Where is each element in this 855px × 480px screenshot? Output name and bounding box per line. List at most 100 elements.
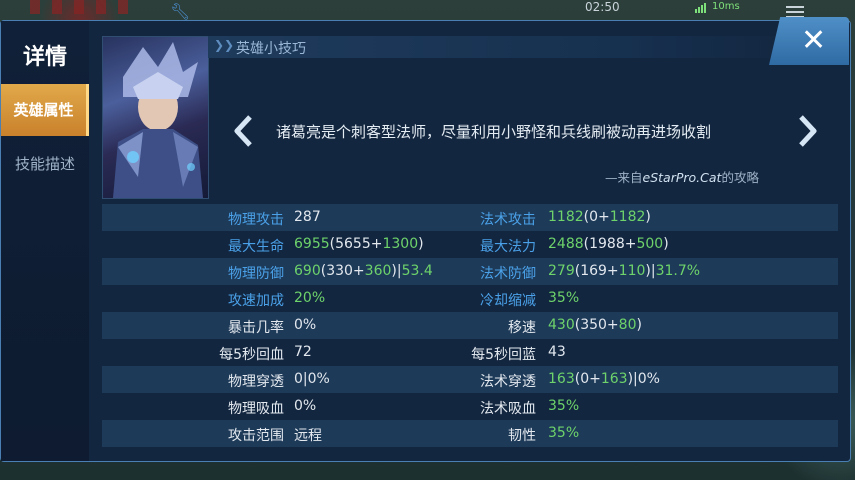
stat-value: 163(0+163)|0% bbox=[548, 371, 660, 387]
wrench-icon: 🔧︎ bbox=[170, 2, 191, 21]
tip-source: —来自eStarPro.Cat的攻略 bbox=[605, 167, 759, 186]
stat-value: 20% bbox=[294, 290, 325, 306]
stat-row: 物理穿透 0|0% 法术穿透 163(0+163)|0% bbox=[102, 366, 838, 393]
close-icon: ✕ bbox=[801, 23, 827, 58]
double-chevron-icon: ❯❯ bbox=[214, 38, 235, 52]
stat-value-part: ) bbox=[418, 236, 424, 252]
stat-label: 最大生命 bbox=[228, 239, 284, 255]
stat-value-part: 430 bbox=[548, 317, 575, 333]
minimap-fragment bbox=[30, 0, 140, 14]
stat-value-part: (330+ bbox=[320, 263, 365, 279]
tab-hero-attributes[interactable]: 英雄属性 bbox=[1, 84, 89, 136]
stat-label: 攻速加成 bbox=[228, 293, 284, 309]
tip-source-prefix: —来自 bbox=[605, 170, 643, 185]
status-bar: 🔧︎ 02:50 10ms bbox=[0, 0, 855, 22]
hero-detail-panel: 详情 英雄属性 技能描述 ❯❯ 英雄小技巧 诸葛亮是个刺客型法师，尽量利用小野怪… bbox=[0, 17, 851, 462]
stat-value-part: 2488 bbox=[548, 236, 584, 252]
stat-row: 物理防御 690(330+360)|53.4 法术防御 279(169+110)|31… bbox=[102, 258, 838, 285]
close-button[interactable]: ✕ bbox=[769, 17, 849, 65]
stat-label: 物理攻击 bbox=[228, 212, 284, 228]
stat-value-part: (0+ bbox=[574, 371, 601, 387]
stat-value: 287 bbox=[294, 209, 321, 225]
stat-label: 最大法力 bbox=[480, 239, 536, 255]
stat-value-part: 43 bbox=[548, 344, 566, 360]
stat-value: 2488(1988+500) bbox=[548, 236, 669, 252]
tip-source-author[interactable]: eStarPro.Cat bbox=[643, 170, 722, 185]
stat-value-part: 360 bbox=[364, 263, 392, 279]
stat-value-part: 0% bbox=[294, 398, 317, 414]
stat-value-part: (0+ bbox=[583, 209, 610, 225]
stat-value: 0% bbox=[294, 317, 316, 333]
stat-value-part: 0|0% bbox=[294, 371, 330, 387]
stat-value-part: 35% bbox=[548, 398, 580, 414]
chevron-left-icon[interactable] bbox=[231, 114, 255, 148]
stat-value: 35% bbox=[548, 398, 579, 414]
stat-value-part: 163 bbox=[600, 371, 628, 387]
stat-value-part: 远程 bbox=[294, 428, 322, 444]
stat-value: 远程 bbox=[294, 425, 322, 445]
stat-value-part: ) bbox=[645, 209, 651, 225]
stat-value: 43 bbox=[548, 344, 566, 360]
stat-label: 每5秒回蓝 bbox=[471, 347, 536, 363]
stat-label: 移速 bbox=[508, 320, 536, 336]
stat-label: 每5秒回血 bbox=[219, 347, 284, 363]
tip-source-suffix: 的攻略 bbox=[721, 170, 759, 185]
stat-value: 0% bbox=[294, 398, 316, 414]
stat-label: 法术攻击 bbox=[480, 212, 536, 228]
stat-value-part: 110 bbox=[618, 263, 646, 279]
stat-value-part: 0% bbox=[294, 317, 317, 333]
stat-row: 物理攻击 287 法术攻击 1182(0+1182) bbox=[102, 204, 838, 231]
stat-label: 法术穿透 bbox=[480, 374, 536, 390]
stat-value: 1182(0+1182) bbox=[548, 209, 651, 225]
stat-label: 法术防御 bbox=[480, 266, 536, 282]
stat-value-part: (350+ bbox=[574, 317, 619, 333]
hero-portrait bbox=[102, 36, 209, 199]
stat-value-part: 80 bbox=[618, 317, 637, 333]
stat-value-part: 20% bbox=[294, 290, 326, 306]
stat-value-part: 163 bbox=[548, 371, 575, 387]
stat-value-part: 1300 bbox=[382, 236, 419, 252]
stat-value: 690(330+360)|53.4 bbox=[294, 263, 433, 279]
stat-value-part: )| bbox=[391, 263, 402, 279]
stat-value-part: 31.7% bbox=[655, 263, 701, 279]
stat-row: 物理吸血 0% 法术吸血 35% bbox=[102, 393, 838, 420]
stat-value-part: 35% bbox=[548, 425, 580, 441]
stat-value-part: ) bbox=[663, 236, 669, 252]
ping-text: 10ms bbox=[712, 1, 740, 12]
stat-label: 物理防御 bbox=[228, 266, 284, 282]
stat-value-part: (169+ bbox=[574, 263, 619, 279]
sidebar-title: 详情 bbox=[22, 45, 67, 70]
stat-row: 最大生命 6955(5655+1300) 最大法力 2488(1988+500) bbox=[102, 231, 838, 258]
stat-value: 0|0% bbox=[294, 371, 330, 387]
stat-value: 35% bbox=[548, 425, 579, 441]
stat-label: 韧性 bbox=[508, 428, 536, 444]
stat-value-part: 6955 bbox=[294, 236, 330, 252]
stat-row: 攻击范围 远程 韧性 35% bbox=[102, 420, 838, 447]
stat-value: 35% bbox=[548, 290, 579, 306]
stat-value: 279(169+110)|31.7% bbox=[548, 263, 700, 279]
signal-icon bbox=[695, 3, 707, 13]
stat-value-part: 72 bbox=[294, 344, 312, 360]
tips-header-label: 英雄小技巧 bbox=[236, 41, 306, 57]
stat-label: 物理穿透 bbox=[228, 374, 284, 390]
stat-value-part: 1182 bbox=[609, 209, 646, 225]
stat-label: 法术吸血 bbox=[480, 401, 536, 417]
stat-row: 攻速加成 20% 冷却缩减 35% bbox=[102, 285, 838, 312]
tip-text: 诸葛亮是个刺客型法师，尽量利用小野怪和兵线刷被动再进场收割 bbox=[276, 123, 712, 141]
stat-row: 每5秒回血 72 每5秒回蓝 43 bbox=[102, 339, 838, 366]
tips-header: ❯❯ 英雄小技巧 bbox=[208, 36, 808, 58]
tab-skill-description[interactable]: 技能描述 bbox=[1, 138, 89, 190]
stat-label: 物理吸血 bbox=[228, 401, 284, 417]
stats-table: 物理攻击 287 法术攻击 1182(0+1182) 最大生命 6955(5655+130… bbox=[102, 204, 838, 447]
stat-value: 72 bbox=[294, 344, 312, 360]
chevron-right-icon[interactable] bbox=[796, 114, 820, 148]
stat-label: 攻击范围 bbox=[228, 428, 284, 444]
stat-value-part: 690 bbox=[294, 263, 321, 279]
stat-value-part: 53.4 bbox=[401, 263, 433, 279]
stat-value-part: )|0% bbox=[627, 371, 660, 387]
stat-label: 暴击几率 bbox=[228, 320, 284, 336]
stat-value-part: ) bbox=[636, 317, 642, 333]
stat-value: 430(350+80) bbox=[548, 317, 642, 333]
stat-value-part: 279 bbox=[548, 263, 575, 279]
sidebar: 详情 英雄属性 技能描述 bbox=[1, 21, 89, 461]
